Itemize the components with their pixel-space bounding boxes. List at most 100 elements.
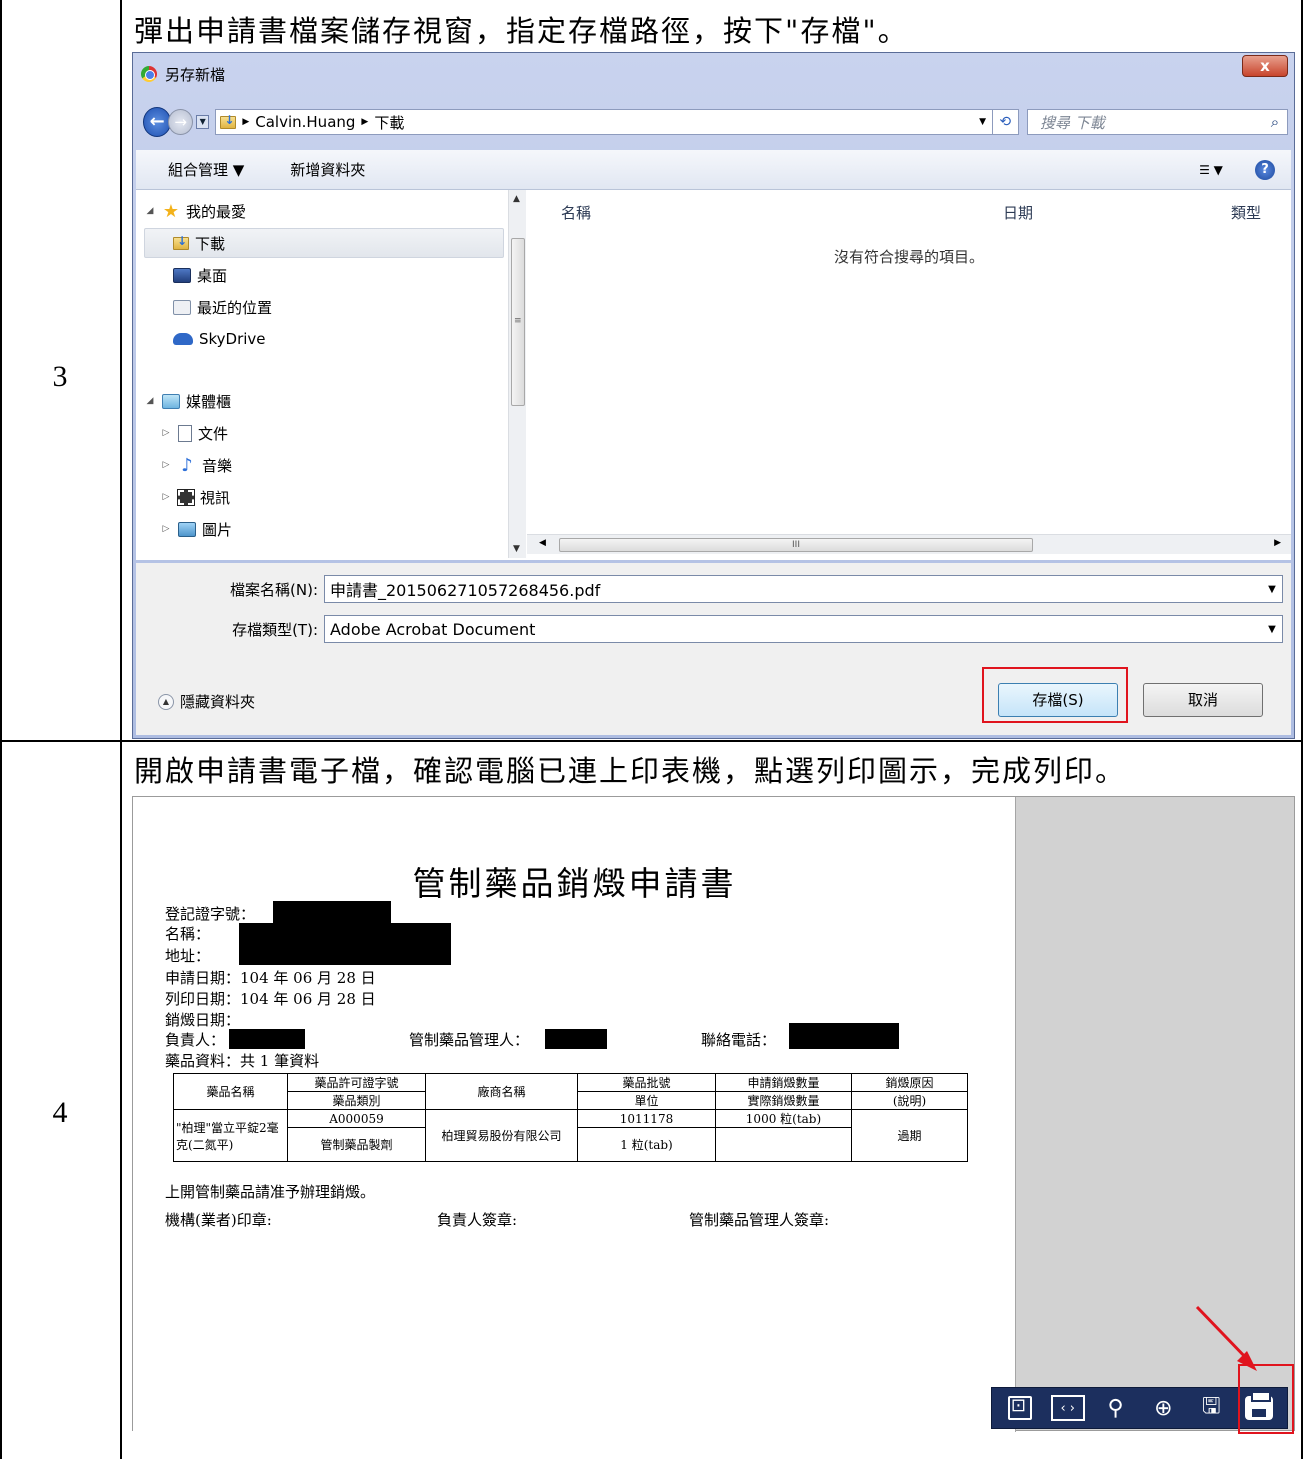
redaction-block: [229, 1029, 305, 1049]
expanded-triangle-icon[interactable]: ◢: [144, 396, 156, 406]
fit-width-button[interactable]: ‹ ›: [1048, 1391, 1088, 1425]
picture-icon: [178, 521, 196, 537]
breadcrumb-user[interactable]: Calvin.Huang: [255, 113, 355, 131]
zoom-out-button[interactable]: ⚲: [1096, 1391, 1136, 1425]
step-number: 3: [52, 360, 68, 393]
filename-field[interactable]: 申請書_201506271057268456.pdf ▼: [324, 575, 1283, 603]
filetype-row: 存檔類型(T): Adobe Acrobat Document ▼: [216, 615, 1283, 643]
zoom-in-icon: ⊕: [1154, 1395, 1173, 1421]
tree-label: 媒體櫃: [186, 392, 232, 411]
table-header: 實際銷燬數量: [715, 1091, 852, 1110]
filetype-select[interactable]: Adobe Acrobat Document ▼: [324, 615, 1283, 643]
navigation-bar: ← → ▼ ▶ Calvin.Huang ▶ 下載 ▼ ⟲ 搜尋 下載 ⌕: [143, 105, 1288, 139]
table-header: 藥品類別: [287, 1091, 426, 1110]
expanded-triangle-icon[interactable]: ◢: [144, 206, 156, 216]
collapsed-triangle-icon[interactable]: ▷: [160, 460, 172, 470]
redaction-block: [545, 1029, 607, 1049]
hide-folders-toggle[interactable]: ▲ 隱藏資料夾: [158, 691, 255, 712]
table-cell: 管制藥品製劑: [287, 1127, 426, 1162]
chevron-up-icon[interactable]: ▲: [158, 693, 174, 710]
fit-page-button[interactable]: [1000, 1391, 1040, 1425]
film-icon: [177, 488, 195, 506]
empty-message: 沒有符合搜尋的項目。: [833, 248, 984, 266]
table-header: 廠商名稱: [425, 1073, 578, 1110]
tree-item-pictures[interactable]: ▷ 圖片: [160, 514, 232, 544]
filename-label: 檔案名稱(N):: [230, 580, 318, 599]
table-header: 藥品名稱: [173, 1073, 288, 1110]
new-folder-button[interactable]: 新增資料夾: [290, 159, 365, 180]
organize-button[interactable]: 組合管理 ▼: [168, 159, 244, 180]
collapsed-triangle-icon[interactable]: ▷: [160, 492, 172, 502]
forward-button[interactable]: →: [168, 109, 194, 135]
table-cell: 1 粒(tab): [577, 1127, 716, 1162]
view-options-icon[interactable]: ☰ ▼: [1181, 163, 1241, 177]
table-row: "柏理"當立平錠2毫克(二氮平) A000059 柏理貿易股份有限公司 1011…: [173, 1109, 968, 1162]
tree-item-desktop[interactable]: 桌面: [173, 260, 227, 290]
chevron-down-icon[interactable]: ▼: [1262, 624, 1282, 635]
document-title: 管制藥品銷燬申請書: [412, 864, 737, 903]
tree-item-documents[interactable]: ▷ 文件: [160, 418, 228, 448]
column-header-date[interactable]: 日期: [1003, 202, 1033, 223]
scroll-thumb[interactable]: III: [559, 538, 1033, 552]
tree-label: 文件: [198, 424, 229, 443]
collapsed-triangle-icon[interactable]: ▷: [160, 524, 172, 534]
table-header: 藥品批號: [577, 1073, 716, 1092]
list-horizontal-scrollbar[interactable]: ◀ III ▶: [527, 534, 1291, 554]
navigation-pane: ◢ ★ 我的最愛 下載 桌面 最近的位置 SkyDrive ◢: [136, 190, 508, 558]
close-button[interactable]: x: [1242, 55, 1288, 77]
search-icon[interactable]: ⌕: [1263, 113, 1287, 131]
history-dropdown[interactable]: ▼: [196, 115, 210, 129]
redaction-block: [789, 1023, 899, 1049]
table-column-divider: [120, 0, 122, 1459]
scroll-right-icon[interactable]: ▶: [1274, 538, 1281, 548]
table-header: 申請銷燬數量: [715, 1073, 852, 1092]
redaction-block: [273, 901, 391, 923]
tree-item-downloads[interactable]: 下載: [144, 228, 504, 258]
apply-date: 申請日期：104 年 06 月 28 日: [165, 969, 376, 987]
tree-item-music[interactable]: ▷ ♪ 音樂: [160, 450, 232, 480]
signature-org: 機構(業者)印章:: [165, 1211, 272, 1229]
zoom-out-icon: ⚲: [1107, 1395, 1124, 1421]
save-button[interactable]: 🖫: [1191, 1391, 1231, 1425]
table-row: 藥品名稱 藥品許可證字號 廠商名稱 藥品批號 申請銷燬數量 銷燬原因: [173, 1073, 968, 1110]
fit-page-icon: [1007, 1395, 1032, 1420]
tree-item-videos[interactable]: ▷ 視訊: [160, 482, 230, 512]
save-icon: 🖫: [1201, 1394, 1221, 1419]
table-cell: 柏理貿易股份有限公司: [425, 1109, 578, 1162]
dialog-title-bar: 另存新檔: [141, 63, 225, 85]
collapsed-triangle-icon[interactable]: ▷: [160, 428, 172, 438]
zoom-in-button[interactable]: ⊕: [1143, 1391, 1183, 1425]
table-header: (說明): [851, 1091, 968, 1110]
search-input[interactable]: 搜尋 下載 ⌕: [1026, 109, 1288, 135]
chevron-down-icon[interactable]: ▼: [1262, 584, 1282, 595]
breadcrumb-downloads[interactable]: 下載: [374, 112, 404, 133]
address-bar[interactable]: ▶ Calvin.Huang ▶ 下載 ▼: [215, 109, 993, 135]
tree-item-libraries[interactable]: ◢ 媒體櫃: [144, 386, 231, 416]
scroll-left-icon[interactable]: ◀: [539, 538, 546, 548]
dialog-body: ◢ ★ 我的最愛 下載 桌面 最近的位置 SkyDrive ◢: [136, 190, 1291, 560]
downloads-folder-icon: [220, 113, 237, 129]
tree-item-skydrive[interactable]: SkyDrive: [173, 324, 266, 354]
column-header-type[interactable]: 類型: [1231, 202, 1261, 223]
cancel-button[interactable]: 取消: [1143, 683, 1263, 717]
scroll-down-icon[interactable]: ▼: [513, 544, 520, 554]
pointer-arrow: [1195, 1305, 1257, 1371]
refresh-button[interactable]: ⟲: [992, 109, 1019, 135]
filetype-label: 存檔類型(T):: [232, 620, 318, 639]
tree-vertical-scrollbar[interactable]: ▲ ≡ ▼: [508, 190, 526, 558]
column-header-name[interactable]: 名稱: [561, 202, 591, 223]
tree-label: 圖片: [202, 520, 233, 539]
manager-label: 管制藥品管理人：: [409, 1031, 530, 1049]
filetype-value: Adobe Acrobat Document: [330, 619, 536, 639]
tree-label: 桌面: [197, 266, 228, 285]
music-note-icon: ♪: [181, 454, 193, 476]
document-icon: [178, 424, 192, 442]
drug-info-count: 藥品資料：共 1 筆資料: [165, 1052, 320, 1070]
scroll-up-icon[interactable]: ▲: [513, 194, 520, 204]
tree-item-favorites[interactable]: ◢ ★ 我的最愛: [144, 196, 246, 226]
tree-item-recent[interactable]: 最近的位置: [173, 292, 272, 322]
back-button[interactable]: ←: [143, 107, 172, 137]
pdf-page: 管制藥品銷燬申請書 登記證字號： 名稱： 地址： 申請日期：104 年 06 月…: [133, 797, 1016, 1432]
chevron-down-icon[interactable]: ▼: [974, 117, 992, 127]
help-icon[interactable]: ?: [1255, 159, 1275, 180]
